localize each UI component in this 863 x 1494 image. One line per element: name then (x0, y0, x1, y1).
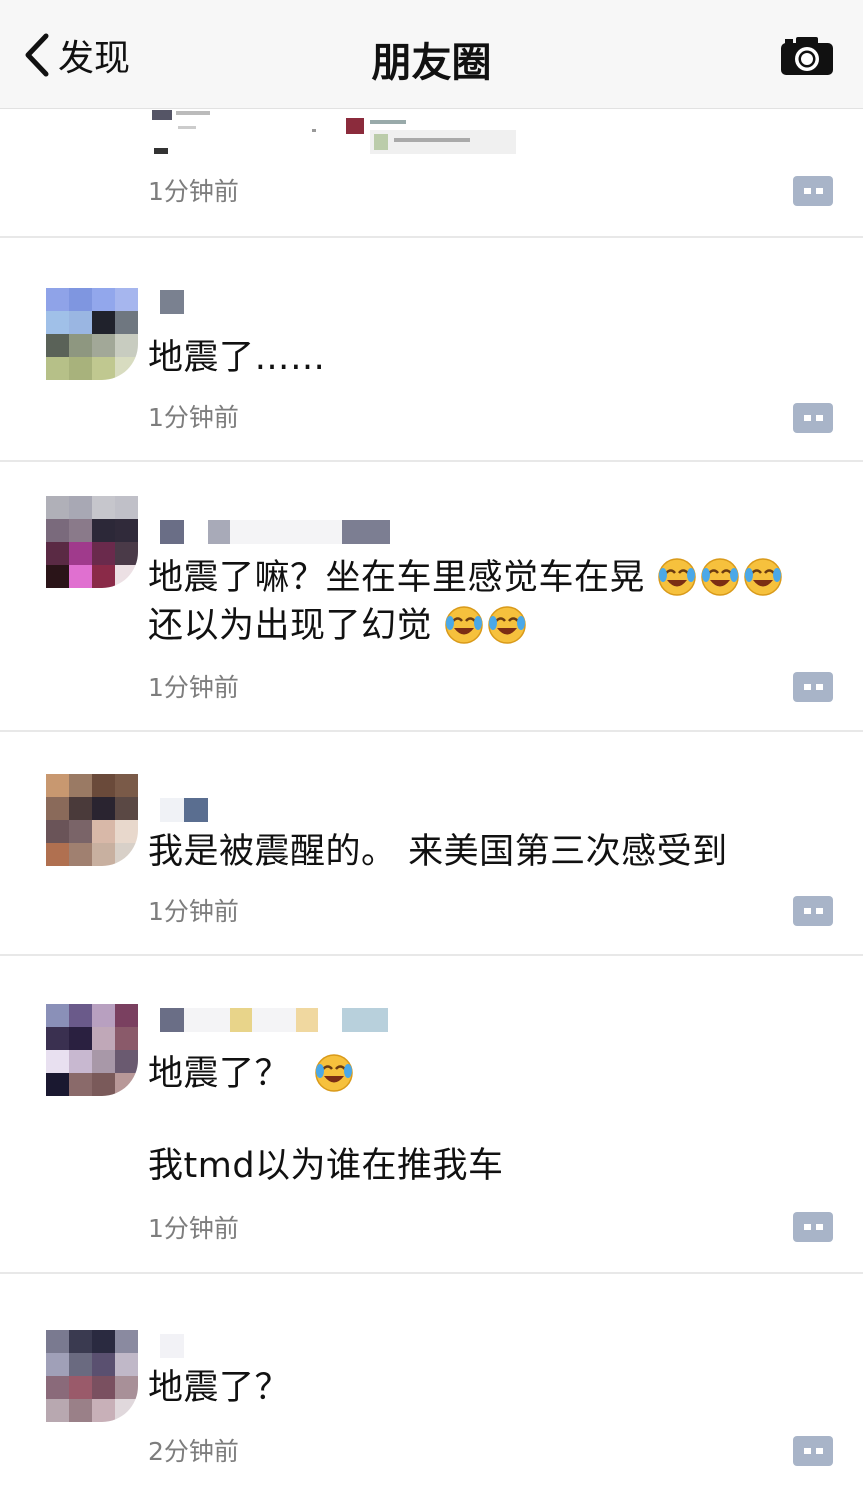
comment-more-icon (793, 672, 833, 702)
moment-post: 地震了？ 我tmd以为谁在推我车 1分钟前 (0, 956, 863, 1274)
post-content: 我是被震醒的。 来美国第三次感受到 (148, 828, 728, 876)
moment-post: 1分钟前 (0, 108, 863, 238)
page-title: 朋友圈 (371, 40, 492, 86)
user-name[interactable] (160, 798, 208, 822)
post-text-line: 地震了嘛？坐在车里感觉车在晃 (148, 558, 646, 598)
tears-of-joy-emoji-icon (487, 606, 526, 644)
user-name[interactable] (160, 1334, 184, 1358)
user-name[interactable] (160, 1008, 388, 1032)
post-time: 1分钟前 (148, 1214, 239, 1243)
comment-button[interactable] (793, 1436, 833, 1466)
post-time: 1分钟前 (148, 897, 239, 926)
post-time: 2分钟前 (148, 1437, 239, 1466)
post-text-line: 我tmd以为谁在推我车 (148, 1146, 504, 1186)
post-text-line: 还以为出现了幻觉 (148, 606, 433, 646)
tears-of-joy-emoji-icon (700, 558, 739, 596)
post-text-line: 地震了…… (148, 338, 326, 378)
moment-post: 我是被震醒的。 来美国第三次感受到 1分钟前 (0, 732, 863, 956)
post-time: 1分钟前 (148, 403, 239, 432)
camera-icon[interactable] (780, 36, 834, 76)
avatar[interactable] (46, 774, 138, 866)
post-text-line: 地震了？ (148, 1368, 291, 1408)
user-name[interactable] (160, 520, 390, 544)
moment-post: 地震了…… 1分钟前 (0, 238, 863, 462)
comment-button[interactable] (793, 176, 833, 206)
moments-feed: 1分钟前 地震了…… 1分钟前 地震了嘛？坐在车里感觉车在晃 还以为出现了幻觉 … (0, 108, 863, 1494)
comment-button[interactable] (793, 672, 833, 702)
shared-thumbnails (152, 110, 516, 154)
comment-button[interactable] (793, 403, 833, 433)
comment-button[interactable] (793, 896, 833, 926)
moment-post: 地震了嘛？坐在车里感觉车在晃 还以为出现了幻觉 1分钟前 (0, 462, 863, 732)
moment-post: 地震了？ 2分钟前 (0, 1274, 863, 1494)
comment-more-icon (793, 403, 833, 433)
comment-more-icon (793, 1212, 833, 1242)
tears-of-joy-emoji-icon (314, 1054, 353, 1092)
post-text-line: 地震了？ (148, 1054, 291, 1094)
post-text-line: 我是被震醒的。 来美国第三次感受到 (148, 832, 728, 872)
post-content: 地震了…… (148, 334, 326, 382)
avatar[interactable] (46, 288, 138, 380)
post-content: 地震了？ (148, 1364, 290, 1412)
tears-of-joy-emoji-icon (743, 558, 782, 596)
avatar[interactable] (46, 1330, 138, 1422)
post-time: 1分钟前 (148, 177, 239, 206)
user-name[interactable] (160, 290, 184, 314)
post-content: 地震了嘛？坐在车里感觉车在晃 还以为出现了幻觉 (148, 554, 786, 650)
post-time: 1分钟前 (148, 673, 239, 702)
comment-more-icon (793, 896, 833, 926)
comment-more-icon (793, 1436, 833, 1466)
tears-of-joy-emoji-icon (657, 558, 696, 596)
post-content: 地震了？ 我tmd以为谁在推我车 (148, 1050, 504, 1190)
comment-more-icon (793, 176, 833, 206)
navigation-bar: 发现 朋友圈 (0, 0, 863, 109)
tears-of-joy-emoji-icon (444, 606, 483, 644)
avatar[interactable] (46, 496, 138, 588)
avatar[interactable] (46, 1004, 138, 1096)
comment-button[interactable] (793, 1212, 833, 1242)
